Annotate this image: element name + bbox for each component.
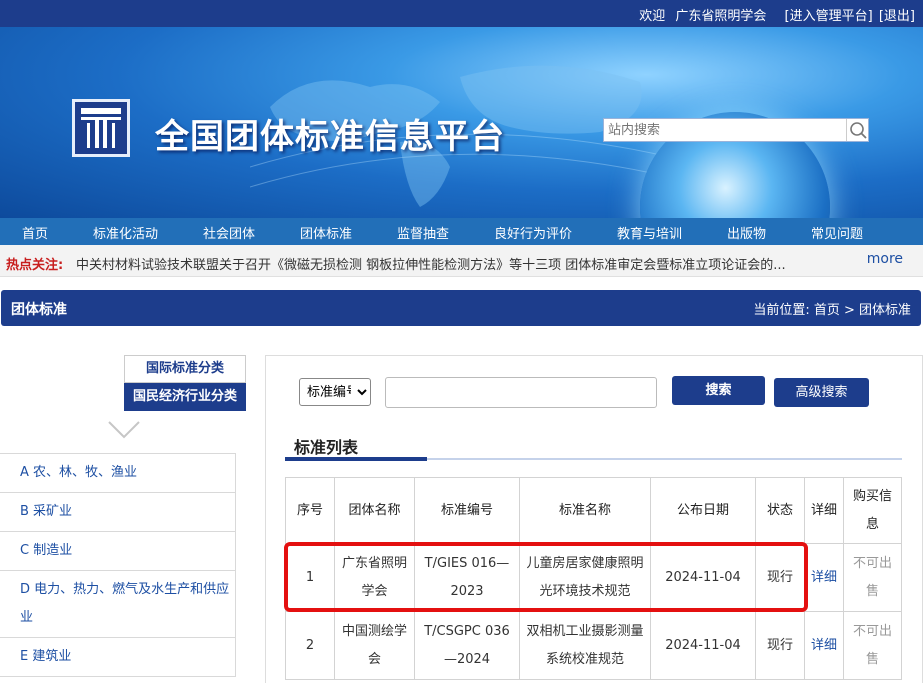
list-title: 标准列表 [294,438,359,457]
banner: 全国团体标准信息平台 [0,27,923,218]
hot-news-bar: 热点关注: 中关村材料试验技术联盟关于召开《微磁无损检测 钢板拉伸性能检测方法》… [0,245,923,277]
tab-international-classification[interactable]: 国际标准分类 [124,355,246,383]
user-links: 欢迎 广东省照明学会 [进入管理平台] [退出] [633,5,915,24]
logout-link[interactable]: [退出] [879,9,915,24]
site-search-input[interactable] [604,119,844,141]
nav-item-organizations[interactable]: 社会团体 [203,223,255,242]
nav-item-home[interactable]: 首页 [22,223,48,242]
table-row: 2 中国测绘学会 T/CSGPC 036—2024 双相机工业摄影测量系统校准规… [285,611,902,680]
keyword-input[interactable] [385,377,657,408]
search-field-select[interactable]: 标准编号 [299,378,371,406]
nav-item-supervision[interactable]: 监督抽查 [397,223,449,242]
col-header-buy: 购买信息 [843,477,902,544]
row-status: 现行 [755,611,805,680]
category-item-e[interactable]: E 建筑业 [0,637,235,676]
row-date: 2024-11-04 [650,611,756,680]
row-detail-link[interactable]: 详细 [804,543,844,612]
search-icon[interactable] [846,119,868,141]
nav-item-faq[interactable]: 常见问题 [811,223,863,242]
category-item-d[interactable]: D 电力、热力、燃气及水生产和供应业 [0,570,235,637]
user-name: 广东省照明学会 [675,9,767,24]
table-header-row: 序号 团体名称 标准编号 标准名称 公布日期 状态 详细 购买信息 [285,477,902,544]
col-header-detail: 详细 [804,477,844,544]
advanced-search-button[interactable]: 高级搜索 [774,378,869,407]
col-header-no: 序号 [285,477,335,544]
nav-item-education[interactable]: 教育与培训 [617,223,682,242]
row-detail-link[interactable]: 详细 [804,611,844,680]
hot-news-link[interactable]: 中关村材料试验技术联盟关于召开《微磁无损检测 钢板拉伸性能检测方法》等十三项 团… [76,254,816,273]
search-button[interactable]: 搜索 [672,376,765,405]
chevron-down-icon [108,421,140,439]
tab-national-economy-classification[interactable]: 国民经济行业分类 [124,383,246,411]
col-header-date: 公布日期 [650,477,756,544]
col-header-org: 团体名称 [334,477,415,544]
col-header-status: 状态 [755,477,805,544]
nav-item-publications[interactable]: 出版物 [727,223,766,242]
nav-item-good-conduct[interactable]: 良好行为评价 [494,223,572,242]
site-search [603,118,869,142]
row-name: 双相机工业摄影测量系统校准规范 [519,611,651,680]
welcome-text: 欢迎 [639,9,666,24]
list-title-rule [427,458,902,460]
hot-label: 热点关注: [6,258,64,273]
section-title: 团体标准 [11,302,67,318]
col-header-code: 标准编号 [414,477,520,544]
category-item-c[interactable]: C 制造业 [0,531,235,570]
category-item-a[interactable]: A 农、林、牧、渔业 [0,454,235,492]
row-buy-info: 不可出售 [843,611,902,680]
site-logo-icon [72,99,130,157]
highlight-box [284,542,808,612]
enter-admin-link[interactable]: [进入管理平台] [785,9,873,24]
main-nav: 首页 标准化活动 社会团体 团体标准 监督抽查 良好行为评价 教育与培训 出版物… [0,218,923,245]
list-title-underline [285,457,427,461]
row-org: 中国测绘学会 [334,611,415,680]
row-code: T/CSGPC 036—2024 [414,611,520,680]
row-no: 2 [285,611,335,680]
breadcrumb: 当前位置: 首页 > 团体标准 [753,303,911,318]
col-header-name: 标准名称 [519,477,651,544]
category-list: A 农、林、牧、渔业 B 采矿业 C 制造业 D 电力、热力、燃气及水生产和供应… [0,453,236,677]
nav-item-group-standards[interactable]: 团体标准 [300,223,352,242]
more-link[interactable]: more [867,251,903,267]
category-item-b[interactable]: B 采矿业 [0,492,235,531]
section-header: 团体标准 当前位置: 首页 > 团体标准 [1,290,921,326]
nav-item-standardization[interactable]: 标准化活动 [93,223,158,242]
site-title: 全国团体标准信息平台 [155,117,505,157]
top-bar: 欢迎 广东省照明学会 [进入管理平台] [退出] [0,0,923,27]
row-buy-info: 不可出售 [843,543,902,612]
